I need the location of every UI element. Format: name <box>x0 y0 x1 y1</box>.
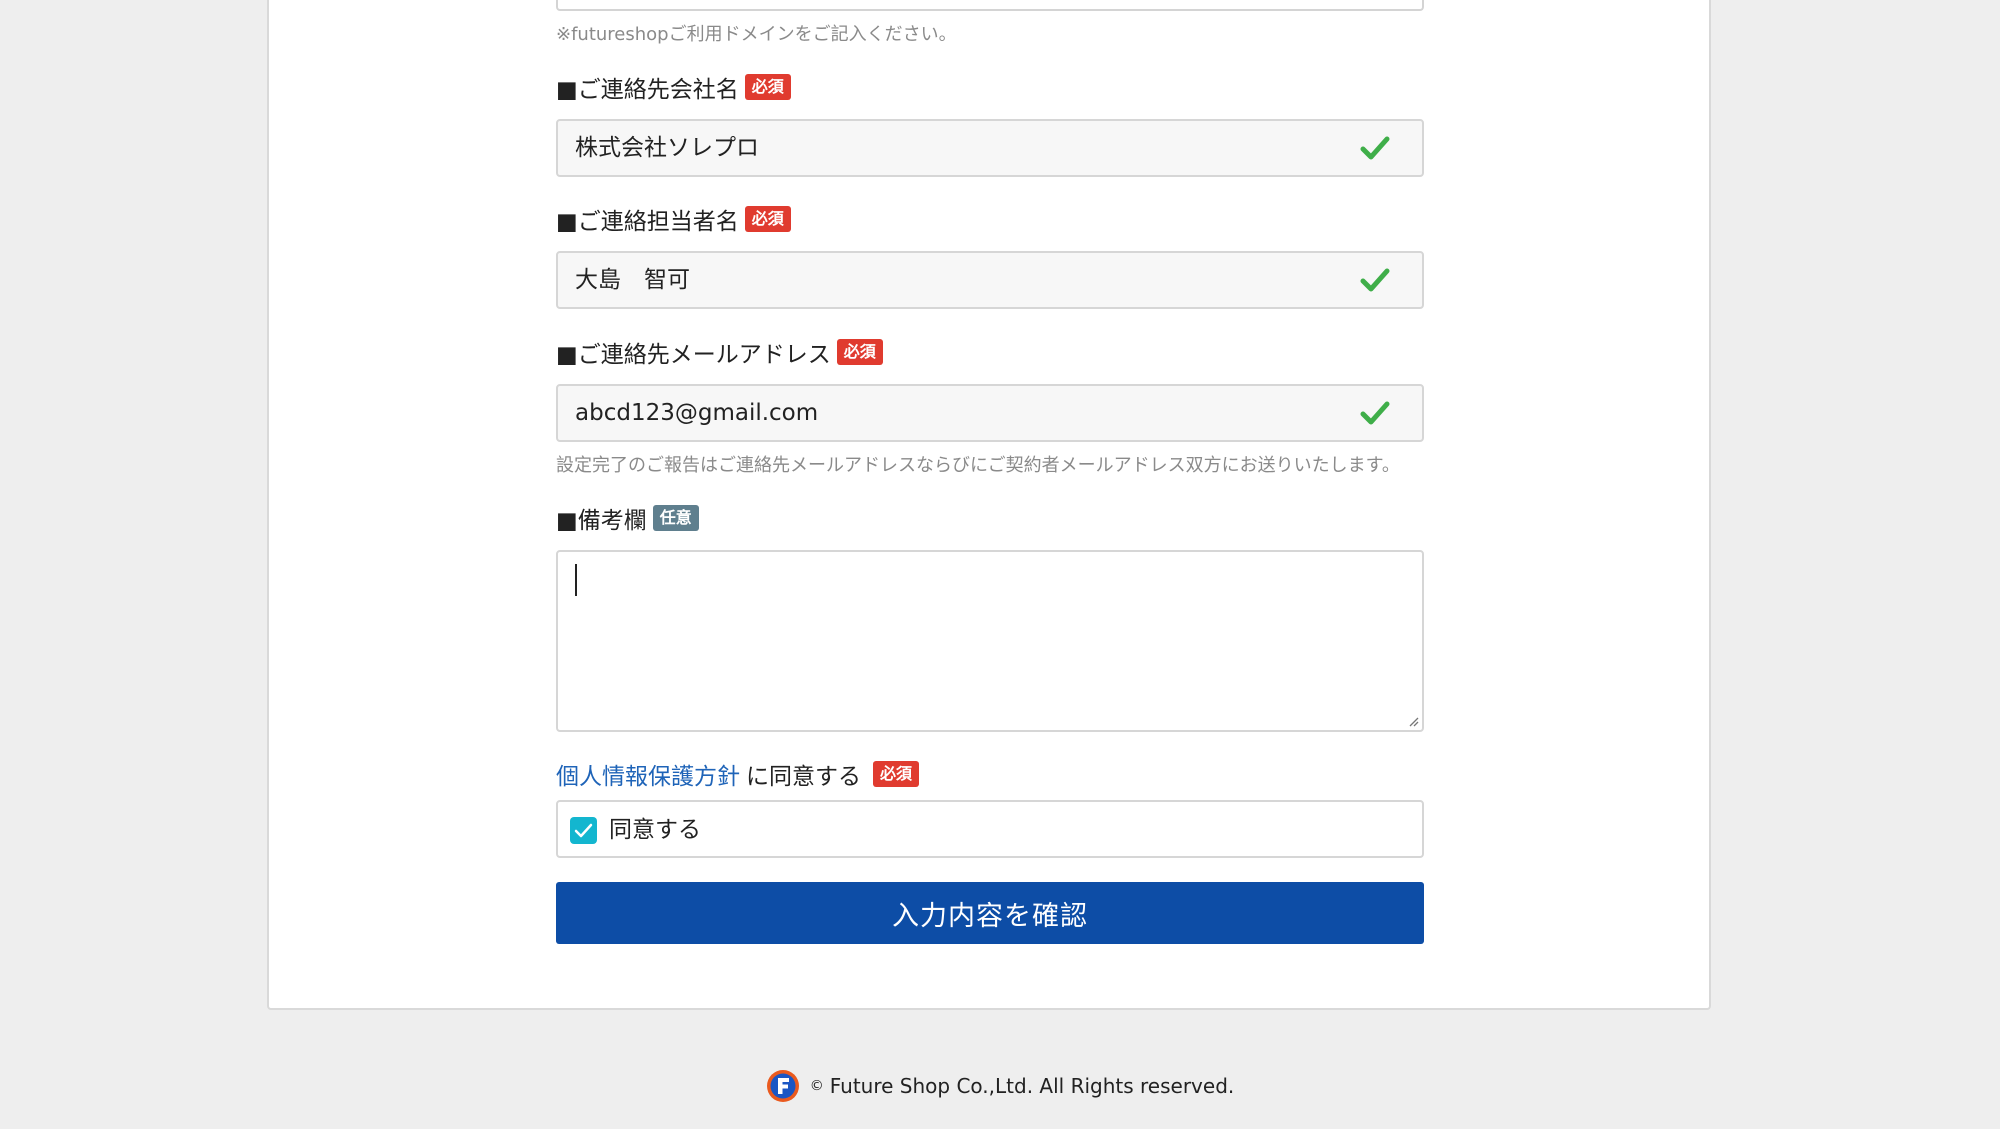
email-label-row: ■ご連絡先メールアドレス 必須 <box>556 336 883 368</box>
remarks-textarea[interactable] <box>556 550 1424 732</box>
domain-note: ※futureshopご利用ドメインをご記入ください。 <box>556 24 957 45</box>
required-badge: 必須 <box>744 206 791 232</box>
text-caret <box>575 564 577 596</box>
checkmark-icon <box>1360 136 1390 160</box>
required-badge: 必須 <box>744 74 791 100</box>
email-note: 設定完了のご報告はご連絡先メールアドレスならびにご契約者メールアドレス双方にお送… <box>556 455 1400 476</box>
remarks-label: ■備考欄 <box>556 508 647 534</box>
company-input[interactable]: 株式会社ソレプロ <box>556 119 1424 177</box>
privacy-suffix: に同意する <box>746 764 861 790</box>
domain-input[interactable] <box>556 0 1424 11</box>
required-badge: 必須 <box>836 339 883 365</box>
agree-checkbox-field[interactable]: 同意する <box>556 800 1424 858</box>
footer: © Future Shop Co.,Ltd. All Rights reserv… <box>0 1066 2000 1106</box>
required-badge: 必須 <box>873 761 920 787</box>
futureshop-logo-icon <box>766 1070 799 1102</box>
email-label: ■ご連絡先メールアドレス <box>556 342 831 368</box>
resize-grip-icon[interactable] <box>1407 715 1419 727</box>
confirm-input-button[interactable]: 入力内容を確認 <box>556 882 1424 944</box>
company-label-row: ■ご連絡先会社名 必須 <box>556 71 791 103</box>
email-input-value: abcd123@gmail.com <box>575 400 819 426</box>
contact-person-label: ■ご連絡担当者名 <box>556 209 739 235</box>
remarks-label-row: ■備考欄 任意 <box>556 502 699 534</box>
copyright-symbol: © <box>809 1078 824 1094</box>
checkmark-icon <box>1360 268 1390 292</box>
email-input[interactable]: abcd123@gmail.com <box>556 384 1424 442</box>
checkbox-checked-icon[interactable] <box>570 817 597 844</box>
optional-badge: 任意 <box>652 505 699 531</box>
checkmark-icon <box>1360 401 1390 425</box>
privacy-policy-link[interactable]: 個人情報保護方針 <box>556 757 740 791</box>
company-label: ■ご連絡先会社名 <box>556 77 739 103</box>
contact-person-input-value: 大島 智可 <box>575 267 690 293</box>
copyright-text: Future Shop Co.,Ltd. All Rights reserved… <box>829 1074 1235 1098</box>
contact-person-label-row: ■ご連絡担当者名 必須 <box>556 203 791 235</box>
contact-person-input[interactable]: 大島 智可 <box>556 251 1424 309</box>
agree-checkbox-label[interactable]: 同意する <box>609 802 701 858</box>
company-input-value: 株式会社ソレプロ <box>575 135 759 161</box>
privacy-label-row: 個人情報保護方針 に同意する 必須 <box>556 757 920 791</box>
